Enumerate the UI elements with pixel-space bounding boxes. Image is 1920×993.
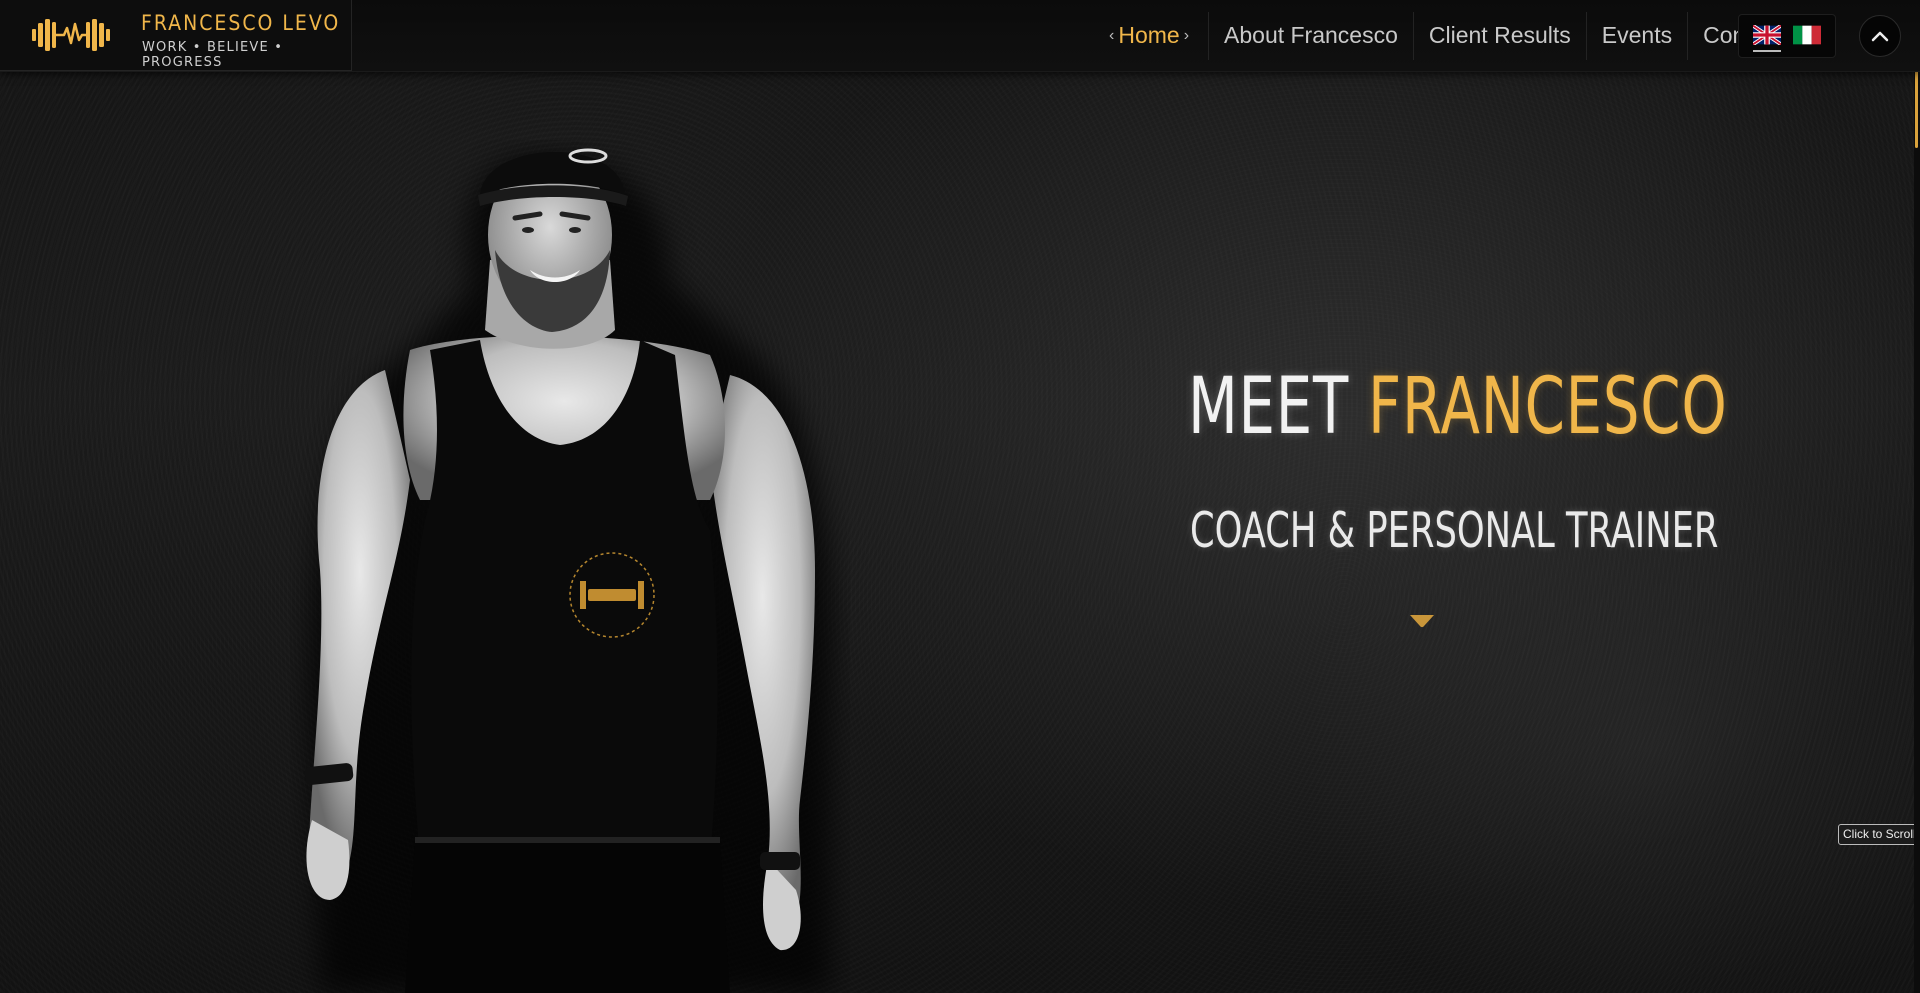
selected-language-indicator — [1753, 50, 1781, 52]
uk-flag-icon[interactable] — [1751, 24, 1783, 52]
nav-item-home[interactable]: ‹ Home › — [1090, 11, 1210, 60]
hero-background — [0, 0, 1920, 993]
triangle-down-icon[interactable] — [1408, 612, 1436, 630]
nav-item-label: Events — [1601, 22, 1673, 48]
hero-subtitle: COACH & PERSONAL TRAINER — [1190, 502, 1719, 559]
chevron-left-icon: ‹ — [1109, 26, 1115, 44]
nav-item-events[interactable]: Events — [1587, 11, 1689, 60]
chevron-up-icon — [1871, 31, 1889, 42]
hero-title-accent: FRANCESCO — [1368, 362, 1728, 452]
nav-item-label: About Francesco — [1224, 22, 1398, 48]
nav-item-client-results[interactable]: Client Results — [1414, 11, 1587, 60]
scroll-tooltip: Click to Scroll — [1838, 824, 1920, 845]
main-nav: ‹ Home › About Francesco Client Results … — [1090, 0, 1797, 71]
brand-block[interactable]: FRANCESCO LEVO WORK • BELIEVE • PROGRESS — [0, 0, 352, 71]
brand-name: FRANCESCO LEVO — [141, 11, 341, 35]
background-texture — [0, 0, 1920, 993]
chevron-right-icon: › — [1183, 26, 1190, 44]
italy-flag-icon[interactable] — [1793, 25, 1821, 47]
nav-item-label: Home — [1118, 22, 1180, 48]
barbell-heartbeat-icon — [32, 19, 110, 51]
hero-title: MEET FRANCESCO — [1188, 362, 1727, 452]
brand-tagline: WORK • BELIEVE • PROGRESS — [142, 40, 284, 70]
nav-item-about[interactable]: About Francesco — [1209, 11, 1414, 60]
trainer-photo — [304, 148, 832, 993]
back-to-top-button[interactable] — [1859, 15, 1901, 57]
top-navigation-bar: FRANCESCO LEVO WORK • BELIEVE • PROGRESS… — [0, 0, 1920, 72]
page-scrollbar[interactable] — [1914, 0, 1920, 993]
nav-item-label: Client Results — [1428, 22, 1571, 48]
language-switcher — [1738, 14, 1836, 58]
hero-title-main: MEET — [1188, 362, 1369, 452]
